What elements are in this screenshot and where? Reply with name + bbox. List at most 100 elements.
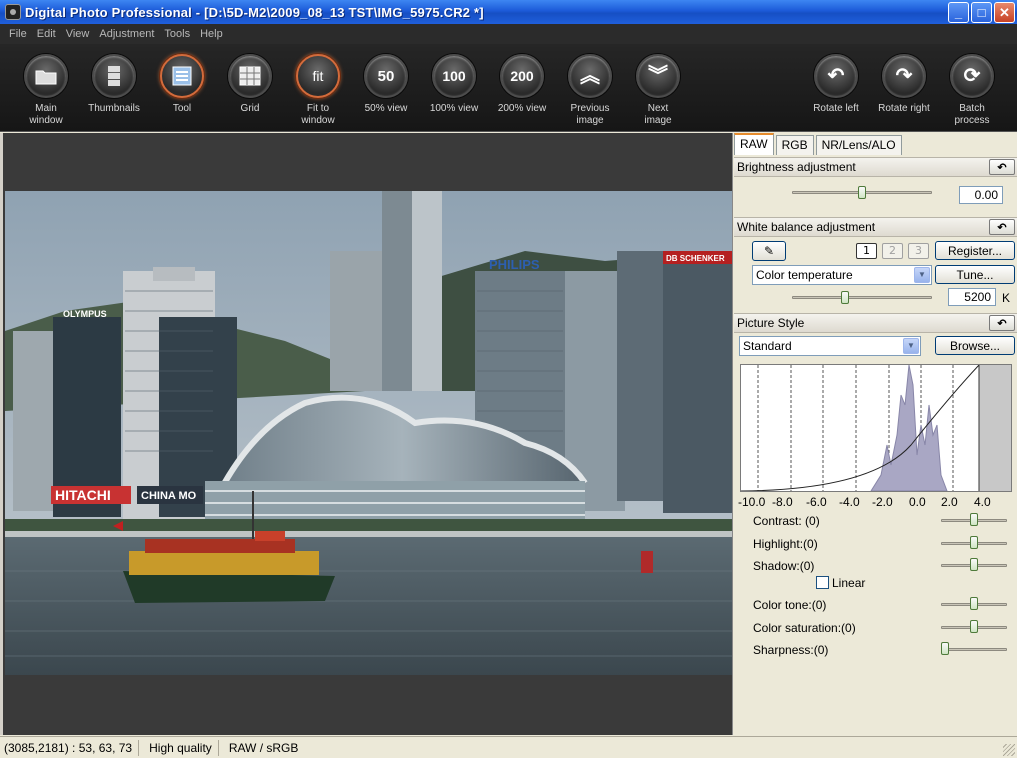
linear-label: Linear xyxy=(832,576,866,590)
toolbar: Main window Thumbnails Tool Grid fit Fit… xyxy=(0,44,1017,132)
previous-image-button[interactable]: ︽ Previous image xyxy=(556,54,624,127)
temperature-field[interactable]: 5200 xyxy=(948,288,996,306)
harbour-photo: HITACHI CHINA MO OLYMPUS PHILIPS DB SCHE… xyxy=(5,191,732,675)
highlight-slider-thumb[interactable] xyxy=(970,536,978,549)
folder-icon xyxy=(24,54,68,98)
batch-process-button[interactable]: ⟳ Batch process xyxy=(938,54,1006,127)
menu-file[interactable]: File xyxy=(4,28,32,40)
brightness-header: Brightness adjustment ↶ xyxy=(734,157,1017,177)
grid-button[interactable]: Grid xyxy=(216,54,284,115)
zoom-200-icon: 200 xyxy=(500,54,544,98)
view-200-button[interactable]: 200 200% view xyxy=(488,54,556,115)
rotate-right-button[interactable]: ↷ Rotate right xyxy=(870,54,938,115)
register-button[interactable]: Register... xyxy=(935,241,1015,260)
maximize-button[interactable]: □ xyxy=(971,2,992,23)
menu-edit[interactable]: Edit xyxy=(32,28,61,40)
rotate-left-button[interactable]: ↶ Rotate left xyxy=(802,54,870,115)
color-saturation-label: Color saturation:(0) xyxy=(753,621,856,635)
batch-process-icon: ⟳ xyxy=(950,54,994,98)
highlight-label: Highlight:(0) xyxy=(753,537,818,551)
sharpness-slider[interactable] xyxy=(941,648,1007,651)
axis-tick: -8.0 xyxy=(772,495,793,509)
china-sign: CHINA MO xyxy=(141,490,197,502)
undo-icon: ↶ xyxy=(997,161,1007,174)
wb-preset-1[interactable]: 1 xyxy=(856,243,877,259)
menu-bar: File Edit View Adjustment Tools Help xyxy=(0,24,1017,44)
contrast-slider-thumb[interactable] xyxy=(970,513,978,526)
thumbnails-button[interactable]: Thumbnails xyxy=(80,54,148,115)
temperature-slider-thumb[interactable] xyxy=(840,291,849,304)
temperature-slider[interactable] xyxy=(792,296,932,299)
grid-icon xyxy=(228,54,272,98)
white-balance-reset-button[interactable]: ↶ xyxy=(989,219,1015,235)
quality-status: High quality xyxy=(145,739,219,756)
next-image-button[interactable]: ︾ Next image xyxy=(624,54,692,127)
color-tone-slider-thumb[interactable] xyxy=(970,597,978,610)
view-50-button[interactable]: 50 50% view xyxy=(352,54,420,115)
temperature-unit: K xyxy=(1002,291,1011,305)
axis-tick: 2.0 xyxy=(941,495,958,509)
resize-grip[interactable] xyxy=(1003,744,1015,756)
undo-icon: ↶ xyxy=(997,317,1007,330)
brightness-reset-button[interactable]: ↶ xyxy=(989,159,1015,175)
wb-preset-2[interactable]: 2 xyxy=(882,243,903,259)
tone-curve-histogram[interactable] xyxy=(740,364,1012,492)
chevron-down-icon: ︾ xyxy=(636,54,680,98)
picture-style-select[interactable]: Standard ▼ xyxy=(739,336,921,356)
axis-tick: -4.0 xyxy=(839,495,860,509)
eyedropper-button[interactable]: ✎ xyxy=(752,241,786,261)
tool-button[interactable]: Tool xyxy=(148,54,216,115)
tab-nr-lens-alo[interactable]: NR/Lens/ALO xyxy=(815,135,902,155)
tune-button[interactable]: Tune... xyxy=(935,265,1015,284)
axis-tick: -6.0 xyxy=(806,495,827,509)
main-window-button[interactable]: Main window xyxy=(12,54,80,127)
fit-icon: fit xyxy=(296,54,340,98)
tab-raw[interactable]: RAW xyxy=(734,133,774,155)
menu-help[interactable]: Help xyxy=(195,28,228,40)
tool-palette-icon xyxy=(160,54,204,98)
menu-tools[interactable]: Tools xyxy=(159,28,195,40)
hitachi-sign: HITACHI xyxy=(55,487,111,503)
photo-preview[interactable]: HITACHI CHINA MO OLYMPUS PHILIPS DB SCHE… xyxy=(5,191,732,675)
schenker-sign: DB SCHENKER xyxy=(666,254,725,263)
window-title: Digital Photo Professional - [D:\5D-M2\2… xyxy=(25,4,484,20)
picture-style-reset-button[interactable]: ↶ xyxy=(989,315,1015,331)
sharpness-slider-thumb[interactable] xyxy=(941,642,949,655)
undo-icon: ↶ xyxy=(997,221,1007,234)
axis-tick: -10.0 xyxy=(738,495,766,509)
fit-to-window-button[interactable]: fit Fit to window xyxy=(284,54,352,127)
browse-button[interactable]: Browse... xyxy=(935,336,1015,355)
color-mode-status: RAW / sRGB xyxy=(228,740,299,755)
menu-adjustment[interactable]: Adjustment xyxy=(94,28,159,40)
chevron-down-icon: ▼ xyxy=(903,338,919,354)
rotate-right-icon: ↷ xyxy=(882,54,926,98)
axis-tick: 0.0 xyxy=(909,495,926,509)
sharpness-label: Sharpness:(0) xyxy=(753,643,829,657)
image-viewer[interactable]: HITACHI CHINA MO OLYMPUS PHILIPS DB SCHE… xyxy=(0,133,733,735)
picture-style-header: Picture Style ↶ xyxy=(734,313,1017,333)
axis-tick: -2.0 xyxy=(872,495,893,509)
white-balance-header: White balance adjustment ↶ xyxy=(734,217,1017,237)
view-100-button[interactable]: 100 100% view xyxy=(420,54,488,115)
brightness-slider-thumb[interactable] xyxy=(858,186,866,199)
camera-app-icon xyxy=(5,4,21,20)
shadow-label: Shadow:(0) xyxy=(753,559,815,573)
tool-palette: RAW RGB NR/Lens/ALO Brightness adjustmen… xyxy=(734,133,1017,735)
histogram-axis: -10.0 -8.0 -6.0 -4.0 -2.0 0.0 2.0 4.0 xyxy=(738,495,1016,509)
linear-checkbox[interactable] xyxy=(816,576,829,589)
minimize-button[interactable]: _ xyxy=(948,2,969,23)
philips-sign: PHILIPS xyxy=(489,257,540,272)
zoom-100-icon: 100 xyxy=(432,54,476,98)
shadow-slider-thumb[interactable] xyxy=(970,558,978,571)
menu-view[interactable]: View xyxy=(61,28,95,40)
zoom-50-icon: 50 xyxy=(364,54,408,98)
contrast-label: Contrast: (0) xyxy=(753,514,820,528)
wb-preset-3[interactable]: 3 xyxy=(908,243,929,259)
brightness-value-field[interactable]: 0.00 xyxy=(959,186,1003,204)
close-button[interactable]: ✕ xyxy=(994,2,1015,23)
rotate-left-icon: ↶ xyxy=(814,54,858,98)
color-tone-label: Color tone:(0) xyxy=(753,598,827,612)
wb-mode-select[interactable]: Color temperature ▼ xyxy=(752,265,932,285)
color-saturation-slider-thumb[interactable] xyxy=(970,620,978,633)
tab-rgb[interactable]: RGB xyxy=(775,135,814,155)
